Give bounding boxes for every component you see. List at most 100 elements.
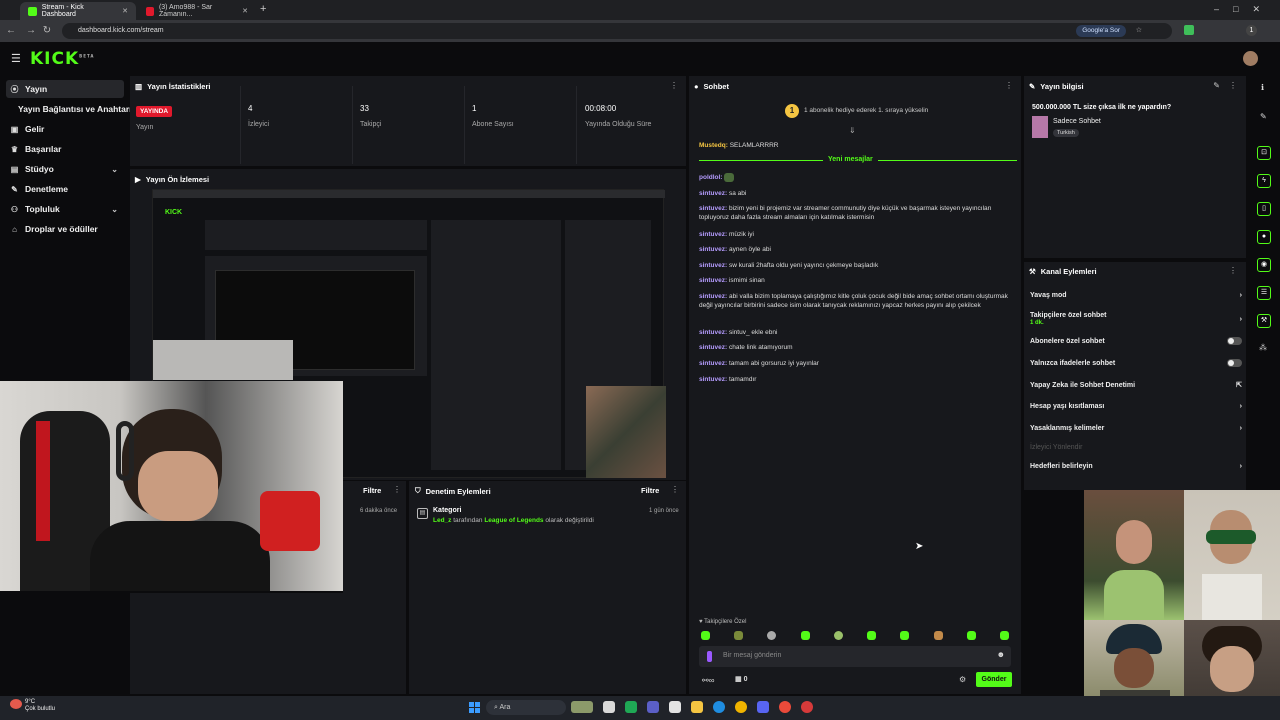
url-field[interactable]: dashboard.kick.com/stream Google'a Sor ☆ — [62, 23, 1172, 39]
chevron-down-icon[interactable]: ⇓ — [849, 126, 856, 135]
profile-avatar-icon[interactable]: 1 — [1246, 25, 1257, 36]
settings-gear-icon[interactable]: ⚙ — [959, 675, 966, 684]
more-options-icon[interactable]: ⋮ — [1005, 81, 1013, 90]
extension-icon[interactable] — [1184, 25, 1194, 35]
followers-only-row[interactable]: Takipçilere özel sohbet 1 dk. › — [1030, 312, 1242, 326]
rail-button-3[interactable]: ▯ — [1257, 202, 1271, 216]
edit-icon[interactable]: ✎ — [1213, 81, 1220, 90]
more-options-icon[interactable]: ⋮ — [393, 485, 401, 494]
new-tab-button[interactable]: + — [260, 3, 266, 15]
kick-logo[interactable]: KICKBETA — [30, 49, 94, 69]
banned-words-row[interactable]: Yasaklanmış kelimeler › — [1030, 425, 1242, 432]
chat-username[interactable]: sintuvez: — [699, 231, 727, 238]
send-button[interactable]: Gönder — [976, 672, 1012, 687]
emoji-icon[interactable]: ☻ — [997, 650, 1005, 659]
info-icon[interactable]: ℹ — [1261, 83, 1264, 92]
app-icon[interactable] — [625, 701, 637, 713]
more-options-icon[interactable]: ⋮ — [1229, 266, 1237, 275]
account-age-row[interactable]: Hesap yaşı kısıtlaması › — [1030, 403, 1242, 410]
more-options-icon[interactable]: ⋮ — [670, 81, 678, 90]
lightning-icon[interactable]: ϟ — [1257, 174, 1271, 188]
chat-username[interactable]: sintuvez: — [699, 293, 727, 300]
subscribers-only-toggle[interactable] — [1227, 337, 1242, 345]
chat-username[interactable]: sintuvez: — [699, 376, 727, 383]
sidebar-item-community[interactable]: ⚇ Topluluk ⌄ — [6, 200, 124, 218]
sidebar-item-moderation[interactable]: ✎ Denetleme — [6, 180, 124, 198]
chat-username[interactable]: sintuvez: — [699, 190, 727, 197]
emote-icon[interactable] — [834, 631, 843, 640]
nodes-icon[interactable]: ⁂ — [1259, 343, 1267, 352]
panel-title: Yayın bilgisi — [1040, 82, 1084, 91]
user-avatar[interactable] — [1243, 51, 1258, 66]
goals-row[interactable]: Hedefleri belirleyin › — [1030, 463, 1242, 470]
hamburger-menu-icon[interactable]: ☰ — [11, 52, 21, 65]
chat-username[interactable]: sintuvez: — [699, 246, 727, 253]
close-icon[interactable]: ✕ — [122, 7, 128, 15]
app-icon[interactable] — [669, 701, 681, 713]
emote-icon[interactable] — [767, 631, 776, 640]
broadcast-icon[interactable]: ◉ — [1257, 258, 1271, 272]
chat-username[interactable]: sintuvez: — [699, 262, 727, 269]
chat-message: sintuvez: sintuv_ ekle ebni — [699, 329, 778, 336]
emote-icon[interactable] — [801, 631, 810, 640]
emote-icon[interactable] — [967, 631, 976, 640]
app-icon[interactable] — [779, 701, 791, 713]
gift-banner[interactable]: 1 abonelik hediye ederek 1. sıraya yükse… — [804, 107, 928, 114]
emote-icon[interactable] — [867, 631, 876, 640]
reload-icon[interactable]: ↻ — [40, 24, 54, 38]
emote-icon[interactable] — [734, 631, 743, 640]
more-options-icon[interactable]: ⋮ — [1229, 81, 1237, 90]
chrome-icon[interactable] — [735, 701, 747, 713]
sidebar-item-stream-key[interactable]: Yayın Bağlantısı ve Anahtarı — [14, 100, 132, 118]
widget-icon[interactable] — [571, 701, 593, 713]
task-view-icon[interactable] — [603, 701, 615, 713]
google-ask-chip[interactable]: Google'a Sor — [1076, 25, 1126, 37]
sidebar-item-revenue[interactable]: ▣ Gelir — [6, 120, 124, 138]
star-icon[interactable]: ☆ — [1136, 23, 1142, 39]
rail-button-1[interactable]: ⊡ — [1257, 146, 1271, 160]
ai-moderation-row[interactable]: Yapay Zeka ile Sohbet Denetimi ⇱ — [1030, 381, 1242, 390]
chat-username[interactable]: sintuvez: — [699, 205, 727, 212]
filter-button[interactable]: Filtre — [363, 486, 381, 495]
close-icon[interactable]: ✕ — [242, 7, 248, 15]
weather-widget[interactable]: 9°C Çok bulutlu — [25, 699, 55, 713]
browser-tab-youtube[interactable]: (3) Amo988 - Sar Zamanın... ✕ — [138, 2, 256, 20]
sidebar-item-drops[interactable]: ⌂ Droplar ve ödüller — [6, 220, 124, 238]
window-controls[interactable]: –□✕ — [1214, 4, 1274, 15]
more-options-icon[interactable]: ⋮ — [671, 485, 679, 494]
back-icon[interactable]: ← — [4, 24, 18, 38]
rail-button-6[interactable]: ☰ — [1257, 286, 1271, 300]
wrench-icon[interactable]: ⚒ — [1257, 314, 1271, 328]
file-explorer-icon[interactable] — [691, 701, 703, 713]
windows-start-icon[interactable] — [469, 702, 480, 713]
pencil-icon[interactable]: ✎ — [1260, 112, 1267, 121]
emote-icon[interactable] — [701, 631, 710, 640]
mod-user-link[interactable]: Led_z — [433, 517, 451, 524]
chat-username[interactable]: sintuvez: — [699, 329, 727, 336]
sidebar-item-stream[interactable]: ⦿ Yayın — [6, 80, 124, 98]
obs-icon[interactable] — [801, 701, 813, 713]
chat-username[interactable]: poldlol: — [699, 174, 722, 181]
chat-username[interactable]: sintuvez: — [699, 344, 727, 351]
category-link[interactable]: League of Legends — [484, 517, 543, 524]
emotes-only-toggle[interactable] — [1227, 359, 1242, 367]
chat-bubble-icon[interactable]: ● — [1257, 230, 1271, 244]
emote-icon[interactable] — [900, 631, 909, 640]
chat-username[interactable]: sintuvez: — [699, 360, 727, 367]
sidebar-item-achievements[interactable]: ♛ Başarılar — [6, 140, 124, 158]
emote-icon[interactable] — [934, 631, 943, 640]
chat-username[interactable]: sintuvez: — [699, 277, 727, 284]
chat-input[interactable]: Bir mesaj gönderin ☻ — [699, 646, 1011, 667]
teams-icon[interactable] — [647, 701, 659, 713]
taskbar-search[interactable]: ⌕ Ara — [486, 700, 566, 715]
points-indicator[interactable]: ▦ 0 — [735, 675, 747, 683]
filter-button[interactable]: Filtre — [641, 486, 659, 495]
forward-icon[interactable]: → — [24, 24, 38, 38]
discord-icon[interactable] — [757, 701, 769, 713]
slow-mode-row[interactable]: Yavaş mod › — [1030, 292, 1242, 299]
emote-icon[interactable] — [1000, 631, 1009, 640]
sidebar-item-studio[interactable]: ▤ Stüdyo ⌄ — [6, 160, 124, 178]
link-icon[interactable]: ⚯∞ — [702, 676, 714, 685]
browser-tab-kick[interactable]: Stream - Kick Dashboard ✕ — [20, 2, 136, 20]
edge-icon[interactable] — [713, 701, 725, 713]
